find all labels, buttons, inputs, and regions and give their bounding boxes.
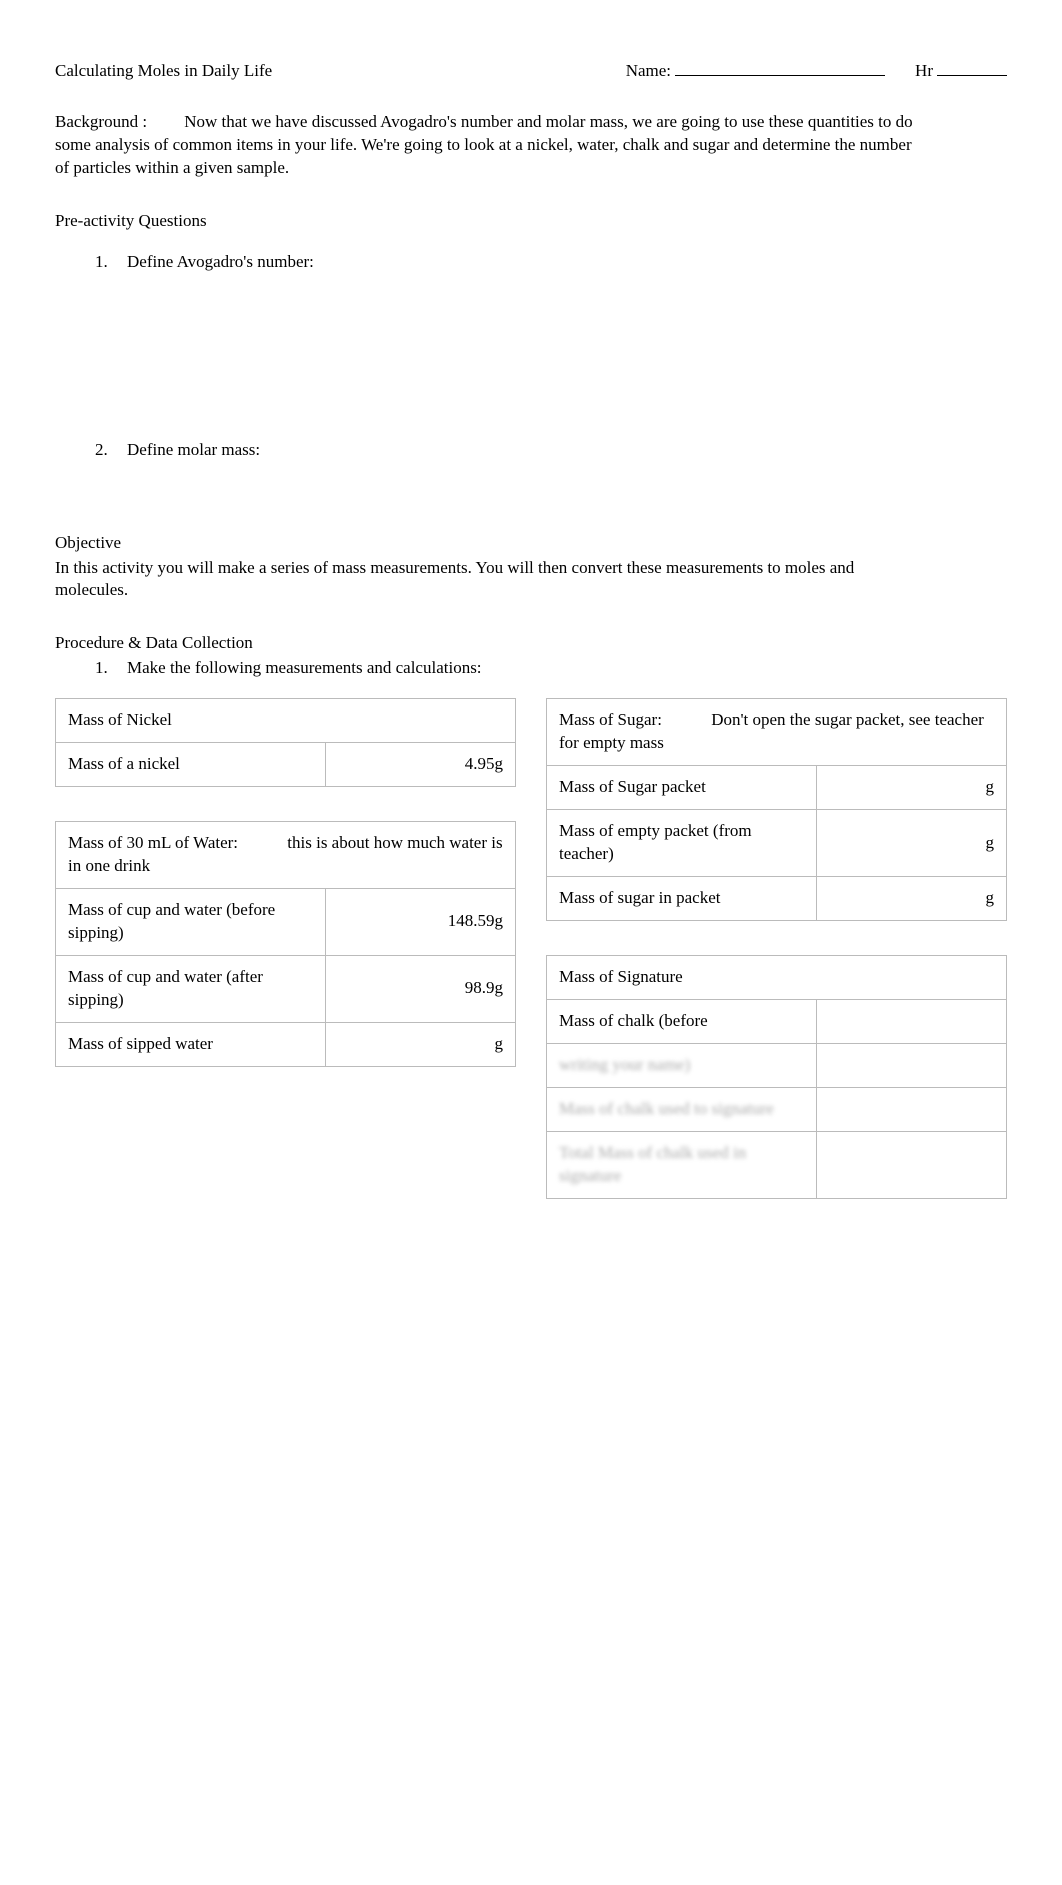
nickel-mass-value: 4.95g xyxy=(326,743,516,787)
water-table-header: Mass of 30 mL of Water: this is about ho… xyxy=(56,822,516,889)
objective-text: In this activity you will make a series … xyxy=(55,557,895,603)
sugar-packet-label: Mass of Sugar packet xyxy=(547,766,817,810)
step1-text: Make the following measurements and calc… xyxy=(127,657,482,680)
table-row: Mass of Nickel xyxy=(56,699,516,743)
table-row: Mass of Sugar packet g xyxy=(547,766,1007,810)
chalk-before-value xyxy=(817,999,1007,1043)
q1-number: 1. xyxy=(95,251,127,274)
question-2: 2. Define molar mass: xyxy=(95,439,1007,462)
data-columns: Mass of Nickel Mass of a nickel 4.95g Ma… xyxy=(55,698,1007,1232)
table-row: Mass of empty packet (from teacher) g xyxy=(547,810,1007,877)
table-row-blurred: writing your name) xyxy=(547,1043,1007,1087)
table-row: Mass of sugar in packet g xyxy=(547,876,1007,920)
water-before-value: 148.59g xyxy=(326,889,516,956)
signature-table-header: Mass of Signature xyxy=(547,955,1007,999)
water-table: Mass of 30 mL of Water: this is about ho… xyxy=(55,821,516,1067)
table-row: Mass of 30 mL of Water: this is about ho… xyxy=(56,822,516,889)
document-header: Calculating Moles in Daily Life Name: Hr xyxy=(55,60,1007,83)
water-sipped-label: Mass of sipped water xyxy=(56,1022,326,1066)
right-column: Mass of Sugar: Don't open the sugar pack… xyxy=(546,698,1007,1232)
procedure-heading: Procedure & Data Collection xyxy=(55,632,1007,655)
table-row: Mass of chalk (before xyxy=(547,999,1007,1043)
procedure-step-1: 1. Make the following measurements and c… xyxy=(95,657,1007,680)
table-row-blurred: Total Mass of chalk used in signature xyxy=(547,1131,1007,1198)
q1-text: Define Avogadro's number: xyxy=(127,251,314,274)
objective-heading: Objective xyxy=(55,532,1007,555)
sugar-packet-value: g xyxy=(817,766,1007,810)
table-row: Mass of cup and water (after sipping) 98… xyxy=(56,955,516,1022)
doc-title: Calculating Moles in Daily Life xyxy=(55,60,626,83)
question-1: 1. Define Avogadro's number: xyxy=(95,251,1007,274)
water-before-label: Mass of cup and water (before sipping) xyxy=(56,889,326,956)
hr-field-container: Hr xyxy=(915,60,1007,83)
table-row: Mass of cup and water (before sipping) 1… xyxy=(56,889,516,956)
blur-value-1 xyxy=(817,1043,1007,1087)
q2-number: 2. xyxy=(95,439,127,462)
table-row: Mass of sipped water g xyxy=(56,1022,516,1066)
procedure-list: 1. Make the following measurements and c… xyxy=(55,657,1007,680)
water-after-value: 98.9g xyxy=(326,955,516,1022)
background-label: Background : xyxy=(55,111,180,134)
step1-number: 1. xyxy=(95,657,127,680)
name-field-container: Name: xyxy=(626,60,885,83)
nickel-mass-label: Mass of a nickel xyxy=(56,743,326,787)
sugar-empty-value: g xyxy=(817,810,1007,877)
blur-value-2 xyxy=(817,1087,1007,1131)
blur-label-1: writing your name) xyxy=(547,1043,817,1087)
background-text: Now that we have discussed Avogadro's nu… xyxy=(55,112,913,177)
sugar-empty-label: Mass of empty packet (from teacher) xyxy=(547,810,817,877)
blur-label-3: Total Mass of chalk used in signature xyxy=(547,1131,817,1198)
sugar-in-packet-label: Mass of sugar in packet xyxy=(547,876,817,920)
hr-label: Hr xyxy=(915,60,933,83)
water-sipped-value: g xyxy=(326,1022,516,1066)
table-row: Mass of Sugar: Don't open the sugar pack… xyxy=(547,699,1007,766)
sugar-header-main: Mass of Sugar: xyxy=(559,710,662,729)
sugar-in-packet-value: g xyxy=(817,876,1007,920)
blur-value-3 xyxy=(817,1131,1007,1198)
sugar-table: Mass of Sugar: Don't open the sugar pack… xyxy=(546,698,1007,921)
table-row: Mass of a nickel 4.95g xyxy=(56,743,516,787)
sugar-table-header: Mass of Sugar: Don't open the sugar pack… xyxy=(547,699,1007,766)
q2-text: Define molar mass: xyxy=(127,439,260,462)
blur-label-2: Mass of chalk used to signature xyxy=(547,1087,817,1131)
background-section: Background : Now that we have discussed … xyxy=(55,111,925,180)
chalk-before-label: Mass of chalk (before xyxy=(547,999,817,1043)
name-input-line[interactable] xyxy=(675,75,885,76)
table-row: Mass of Signature xyxy=(547,955,1007,999)
signature-table: Mass of Signature Mass of chalk (before … xyxy=(546,955,1007,1199)
left-column: Mass of Nickel Mass of a nickel 4.95g Ma… xyxy=(55,698,516,1232)
nickel-table-header: Mass of Nickel xyxy=(56,699,516,743)
nickel-table: Mass of Nickel Mass of a nickel 4.95g xyxy=(55,698,516,787)
water-after-label: Mass of cup and water (after sipping) xyxy=(56,955,326,1022)
question-list: 1. Define Avogadro's number: 2. Define m… xyxy=(55,251,1007,462)
pre-activity-heading: Pre-activity Questions xyxy=(55,210,1007,233)
hr-input-line[interactable] xyxy=(937,75,1007,76)
water-header-main: Mass of 30 mL of Water: xyxy=(68,833,238,852)
name-label: Name: xyxy=(626,60,671,83)
table-row-blurred: Mass of chalk used to signature xyxy=(547,1087,1007,1131)
